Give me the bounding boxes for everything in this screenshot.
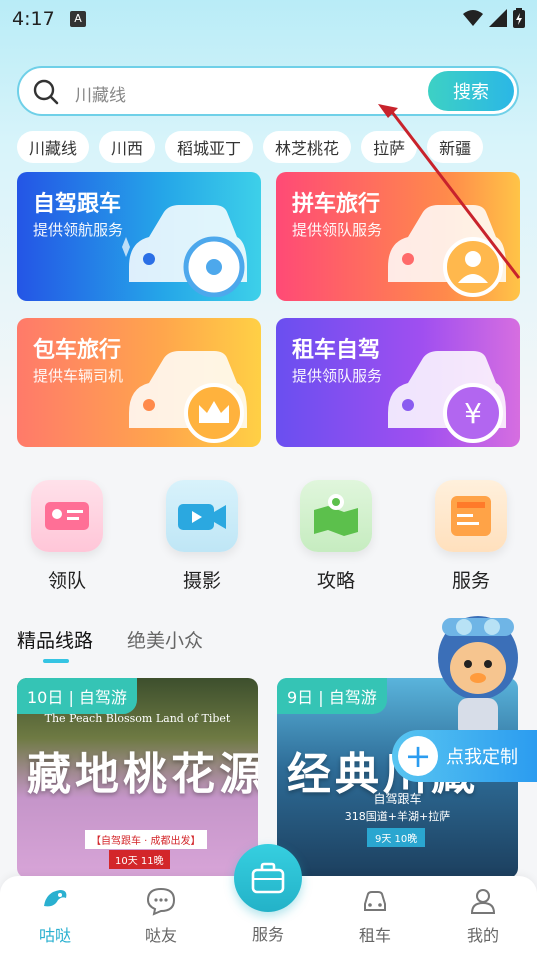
card-subtitle: 提供车辆司机	[33, 367, 124, 385]
annotation-arrow	[378, 104, 521, 279]
quick-link-guidebook[interactable]: 攻略	[299, 480, 373, 593]
car-crown-icon	[129, 351, 247, 443]
nav-label: 咕哒	[38, 926, 71, 945]
chat-icon	[146, 887, 176, 916]
quick-link-guide[interactable]: 领队	[30, 480, 104, 593]
briefcase-icon	[251, 862, 285, 894]
quick-link-service[interactable]: 服务	[434, 480, 508, 593]
custom-trip-label: 点我定制	[446, 747, 518, 768]
car-yen-icon: ¥	[388, 351, 506, 443]
route-duration: 10天 11晚	[109, 850, 170, 869]
quick-link-photography[interactable]: 摄影	[165, 480, 239, 593]
quick-link-label: 摄影	[182, 570, 221, 592]
route-title: 藏地桃花源	[27, 749, 258, 800]
mascot-image	[438, 616, 518, 738]
route-line: 自驾跟车	[373, 792, 422, 806]
route-card[interactable]: 10日 | 自驾游 The Peach Blossom Land of Tibe…	[17, 678, 258, 878]
user-icon	[470, 889, 496, 914]
route-badge: 10日 | 自驾游	[17, 678, 137, 714]
card-subtitle: 提供领队服务	[292, 367, 383, 385]
card-charter-travel[interactable]: 包车旅行 提供车辆司机	[17, 318, 261, 447]
quick-link-label: 服务	[451, 570, 490, 592]
nav-item-service[interactable]	[234, 844, 302, 912]
tab-featured-routes[interactable]: 精品线路	[17, 626, 93, 663]
card-title: 租车自驾	[292, 338, 381, 363]
svg-text:¥: ¥	[464, 397, 482, 430]
route-subtitle: The Peach Blossom Land of Tibet	[44, 712, 231, 725]
nav-label: 我的	[466, 926, 499, 945]
nav-label: 租车	[358, 926, 391, 945]
nav-item-friends[interactable]: 哒友	[121, 886, 201, 946]
nav-item-profile[interactable]: 我的	[443, 886, 523, 946]
bird-icon	[44, 890, 67, 907]
car-icon	[364, 891, 386, 911]
quick-link-label: 攻略	[316, 570, 355, 592]
plus-icon: +	[398, 736, 438, 776]
nav-item-rental[interactable]: 租车	[335, 886, 415, 946]
route-badge: 9日 | 自驾游	[277, 678, 387, 714]
nav-label: 哒友	[144, 926, 177, 945]
nav-label: 服务	[251, 925, 284, 944]
folder-icon	[435, 480, 507, 552]
id-card-icon	[31, 480, 103, 552]
quick-link-label: 领队	[47, 570, 86, 592]
card-title: 包车旅行	[33, 338, 122, 363]
route-duration: 9天 10晚	[367, 828, 426, 847]
route-tag: 【自驾跟车 · 成都出发】	[85, 830, 207, 849]
card-rental-self-drive[interactable]: 租车自驾 提供领队服务 ¥	[276, 318, 520, 447]
custom-trip-button[interactable]: + 点我定制	[392, 730, 537, 782]
map-pin-icon	[300, 480, 372, 552]
tab-niche-routes[interactable]: 绝美小众	[127, 626, 203, 653]
nav-item-home[interactable]: 咕哒	[15, 886, 95, 946]
route-line: 318国道+羊湖+拉萨	[344, 810, 451, 823]
video-camera-icon	[166, 480, 238, 552]
content-tabs: 精品线路 绝美小众	[17, 626, 203, 663]
